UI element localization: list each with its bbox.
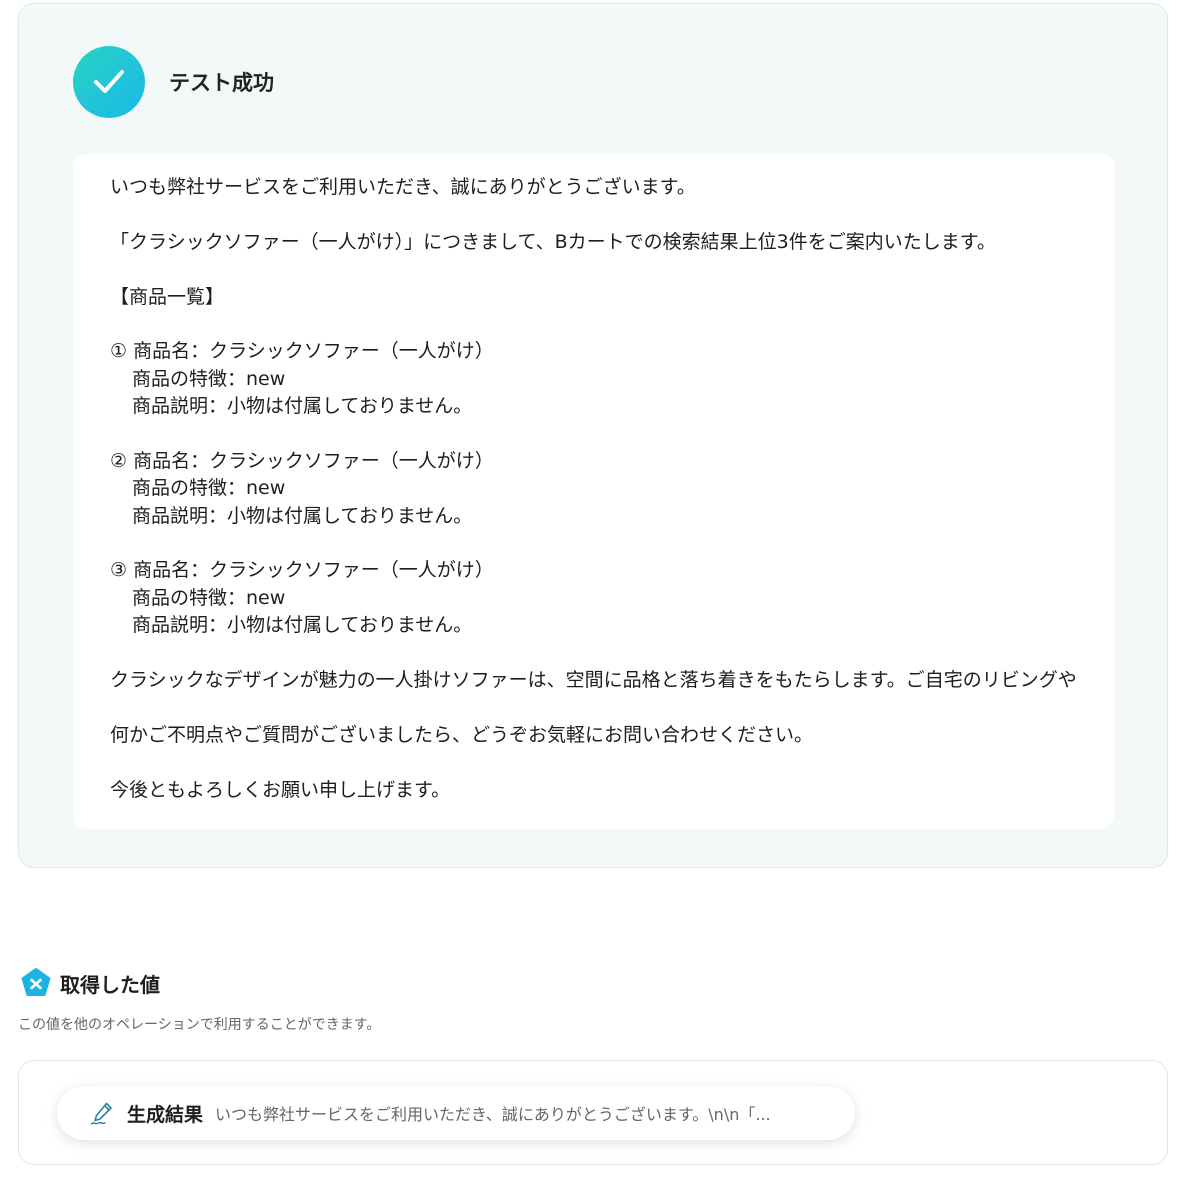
message-line: いつも弊社サービスをご利用いただき、誠にありがとうございます。 <box>110 176 696 198</box>
acquired-values-title: 取得した値 <box>60 972 160 997</box>
message-line: 商品の特徴：new <box>132 477 286 500</box>
message-line: 商品の特徴：new <box>132 367 286 390</box>
success-title: テスト成功 <box>169 71 274 95</box>
acquired-values-description: この値を他のオペレーションで利用することができます。 <box>18 1017 381 1033</box>
value-chip-label: 生成結果 <box>127 1103 204 1126</box>
value-chip-generated-result[interactable]: 生成結果 いつも弊社サービスをご利用いただき、誠にありがとうございます。\n\n… <box>57 1086 855 1140</box>
message-line: 「クラシックソファー（一人がけ）」につきまして、Bカートでの検索結果上位3件をご… <box>110 230 996 253</box>
message-line: 商品説明：小物は付属しておりません。 <box>132 614 473 637</box>
acquired-values-box: 生成結果 いつも弊社サービスをご利用いただき、誠にありがとうございます。\n\n… <box>18 1060 1168 1165</box>
yoom-pentagon-icon <box>21 968 51 996</box>
message-line: ② 商品名：クラシックソファー（一人がけ） <box>110 449 494 472</box>
value-chip-value: いつも弊社サービスをご利用いただき、誠にありがとうございます。\n\n「... <box>215 1105 771 1124</box>
check-circle-icon <box>73 46 145 118</box>
message-line: ① 商品名：クラシックソファー（一人がけ） <box>110 340 494 363</box>
message-card: いつも弊社サービスをご利用いただき、誠にありがとうございます。「クラシックソファ… <box>73 154 1115 829</box>
message-line: 【商品一覧】 <box>110 285 225 308</box>
message-line: 何かご不明点やご質問がございましたら、どうぞお気軽にお問い合わせください。 <box>110 723 814 746</box>
message-line: 商品説明：小物は付属しておりません。 <box>132 395 473 418</box>
acquired-values-header: 取得した値 <box>20 967 160 999</box>
success-header: テスト成功 <box>73 45 274 119</box>
pen-signature-icon <box>90 1102 112 1125</box>
test-result-panel: テスト成功 いつも弊社サービスをご利用いただき、誠にありがとうございます。「クラ… <box>18 3 1168 868</box>
message-line: 商品説明：小物は付属しておりません。 <box>132 504 473 527</box>
message-line: 今後ともよろしくお願い申し上げます。 <box>110 778 451 801</box>
message-line: クラシックなデザインが魅力の一人掛けソファーは、空間に品格と落ち着きをもたらしま… <box>110 669 1077 692</box>
message-line: ③ 商品名：クラシックソファー（一人がけ） <box>110 559 494 582</box>
message-line: 商品の特徴：new <box>132 586 286 609</box>
